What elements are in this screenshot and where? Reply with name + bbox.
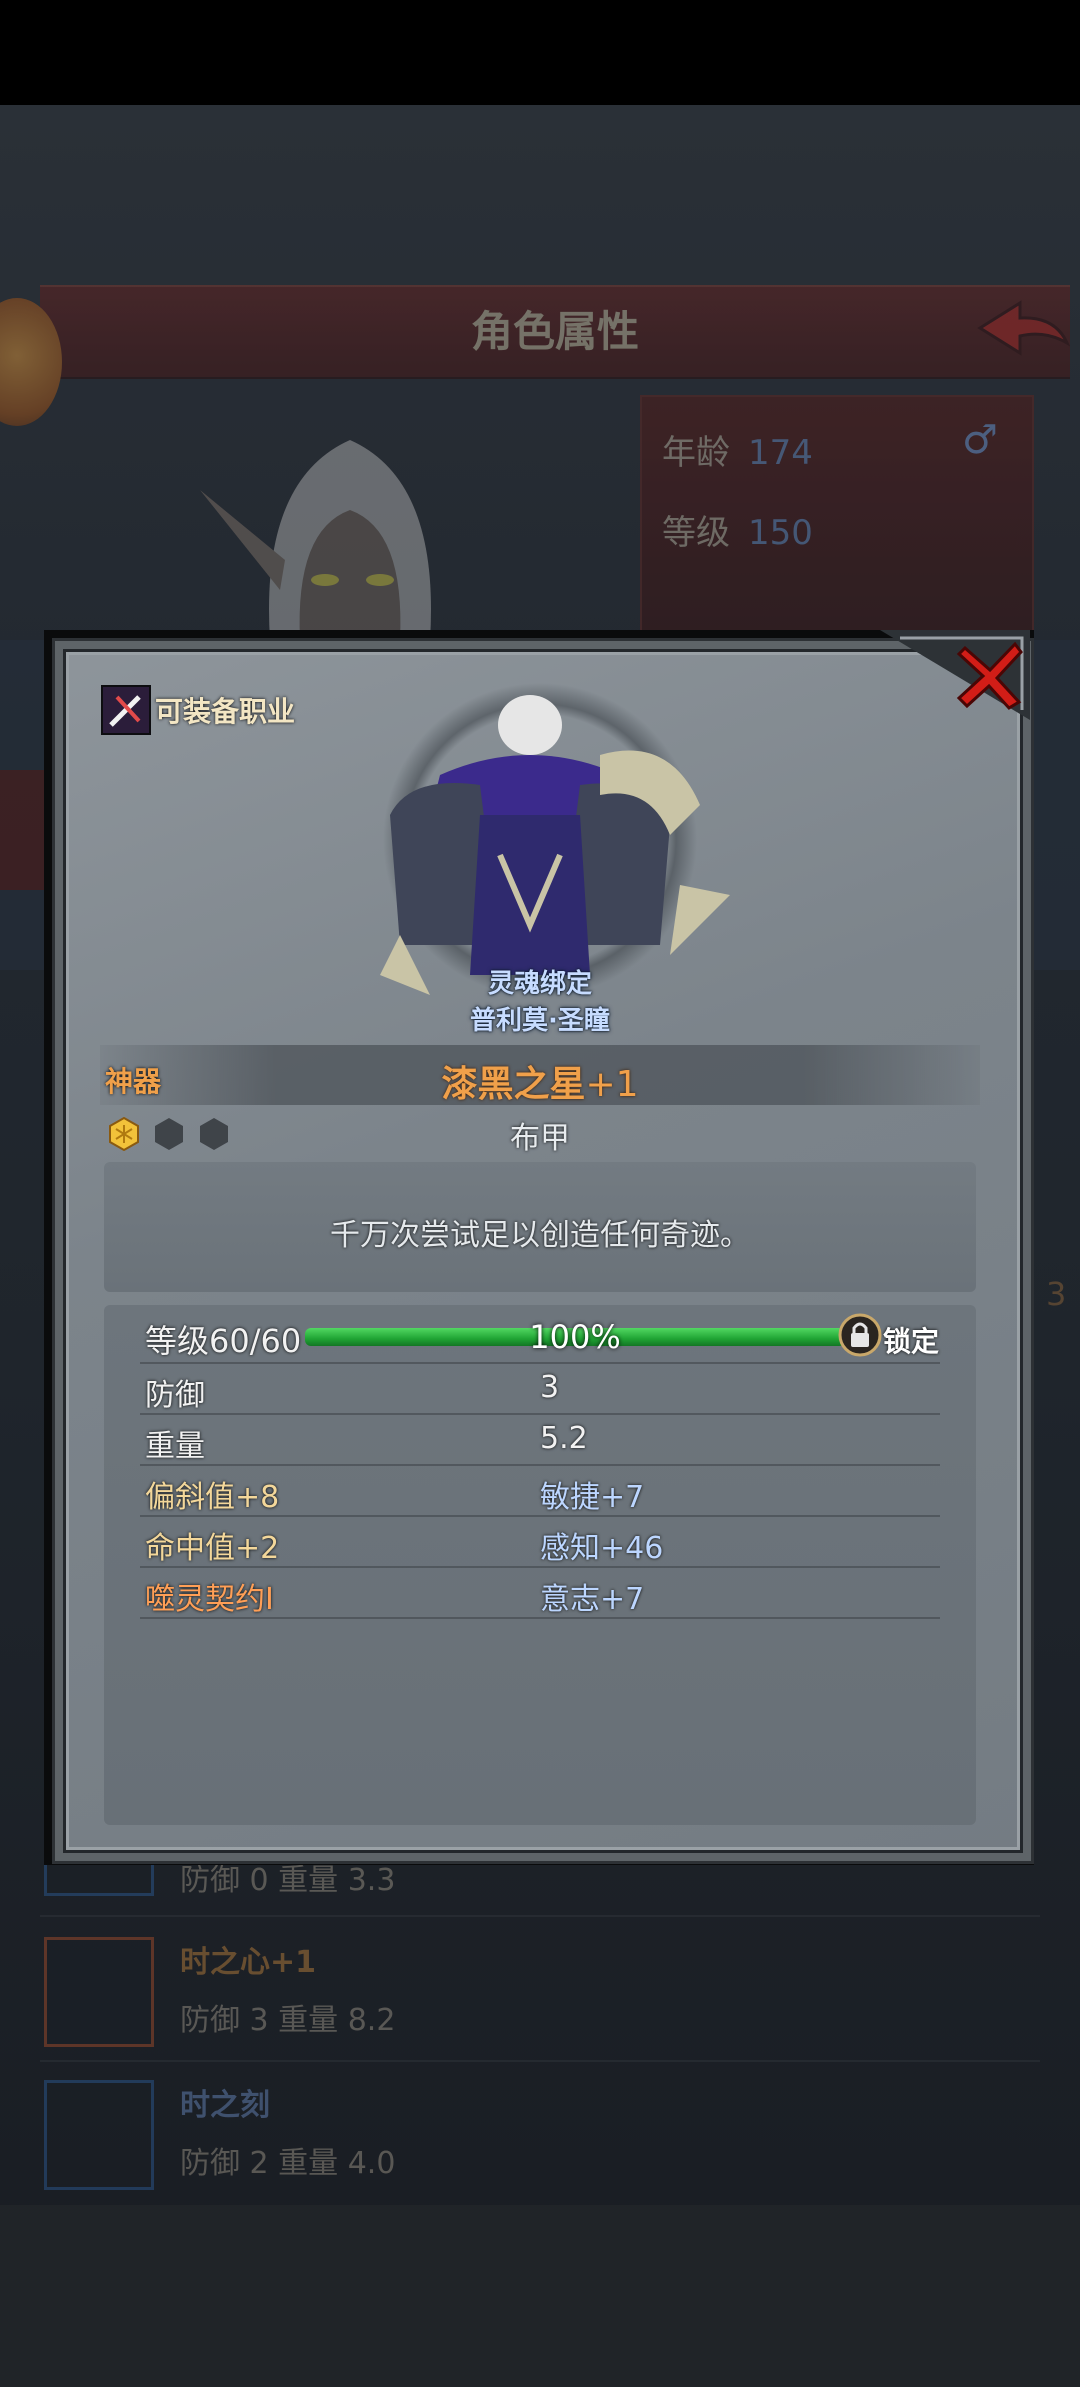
item-description: 千万次尝试足以创造任何奇迹。 (330, 1218, 750, 1253)
stat-divider (140, 1413, 940, 1415)
stat-value: 3 (540, 1370, 560, 1405)
item-thumbnail (44, 2080, 154, 2190)
level-row: 等级 150 (662, 505, 813, 554)
list-divider (40, 1915, 1040, 1917)
owner-label: 普利莫·圣瞳 (470, 1006, 610, 1036)
side-number: 3 (1046, 1275, 1067, 1313)
item-stats: 防御 2 重量 4.0 (180, 2146, 396, 2181)
stat-divider (140, 1617, 940, 1619)
item-name-text: 漆黑之星 (441, 1064, 586, 1105)
close-icon[interactable] (955, 640, 1025, 710)
item-type: 布甲 (510, 1121, 570, 1156)
enhance-progress-bar: 100% (305, 1318, 845, 1356)
stat-value: 感知+46 (540, 1531, 664, 1566)
character-info-panel: 年龄 174 ♂ 等级 150 (640, 395, 1034, 639)
age-row: 年龄 174 (662, 425, 813, 474)
page-title: 角色属性 (40, 285, 1070, 379)
list-divider (40, 2060, 1040, 2062)
enhance-progress-text: 100% (529, 1318, 621, 1356)
stat-label: 偏斜值+8 (145, 1480, 280, 1515)
bottom-area (0, 2205, 1080, 2387)
age-label: 年龄 (662, 433, 730, 473)
stat-label: 噬灵契约I (145, 1582, 274, 1617)
list-item[interactable]: 时之刻 防御 2 重量 4.0 (40, 2080, 1040, 2200)
item-name: 时之心+1 (180, 1945, 317, 1980)
stat-label: 防御 (145, 1378, 205, 1413)
item-name: 漆黑之星+1 (0, 1055, 1080, 1107)
class-icon[interactable] (101, 685, 151, 735)
lock-icon[interactable] (838, 1313, 882, 1357)
stat-divider (140, 1566, 940, 1568)
stat-divider (140, 1464, 940, 1466)
item-level: 等级60/60 (145, 1322, 302, 1360)
side-tab[interactable] (0, 770, 48, 890)
male-icon: ♂ (962, 417, 998, 463)
level-value: 150 (748, 513, 813, 553)
item-enhance-level: +1 (585, 1064, 639, 1105)
age-value: 174 (748, 433, 813, 473)
stat-divider (140, 1362, 940, 1364)
stat-label: 重量 (145, 1429, 205, 1464)
stat-label: 命中值+2 (145, 1531, 280, 1566)
stat-divider (140, 1515, 940, 1517)
level-label: 等级 (662, 513, 730, 553)
stat-value: 敏捷+7 (540, 1480, 645, 1515)
lock-button[interactable]: 锁定 (883, 1320, 939, 1360)
status-bar-area (0, 0, 1080, 105)
back-arrow-icon[interactable] (975, 298, 1070, 358)
item-thumbnail (44, 1937, 154, 2047)
item-name: 时之刻 (180, 2088, 270, 2123)
class-label[interactable]: 可装备职业 (155, 690, 295, 730)
character-portrait (200, 440, 431, 640)
soulbound-label: 灵魂绑定 (487, 969, 592, 999)
list-item[interactable]: 时之心+1 防御 3 重量 8.2 (40, 1937, 1040, 2057)
item-stats: 防御 3 重量 8.2 (180, 2003, 396, 2038)
stat-value: 意志+7 (540, 1582, 645, 1617)
stat-value: 5.2 (540, 1421, 588, 1456)
